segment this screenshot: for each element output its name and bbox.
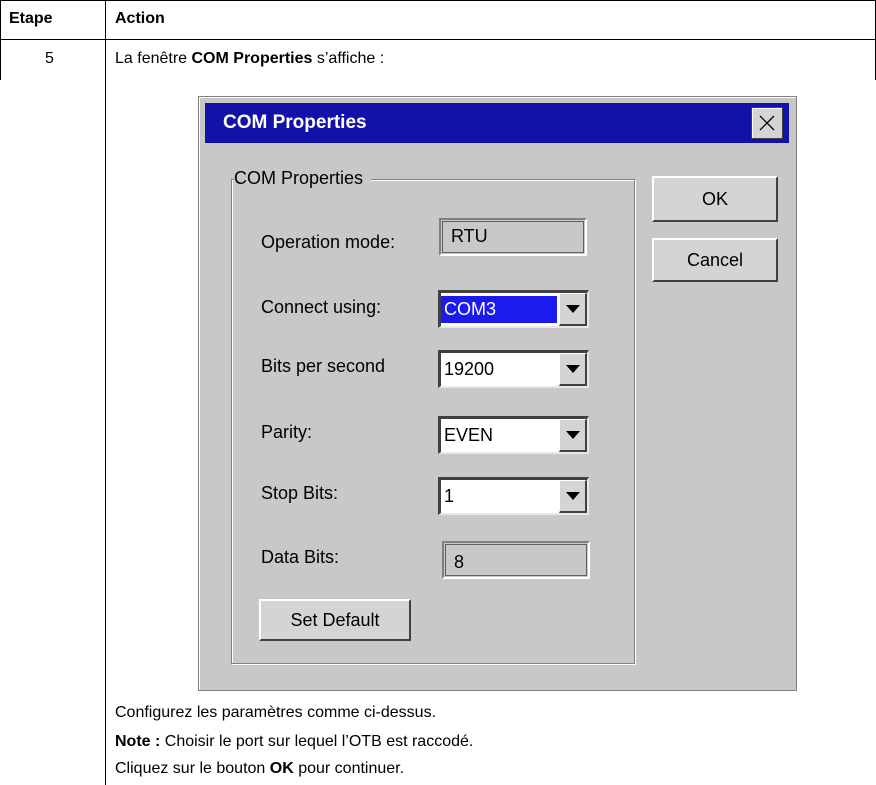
line3-suffix: pour continuer. bbox=[293, 760, 405, 777]
chevron-down-icon bbox=[565, 365, 580, 373]
bits-per-second-value: 19200 bbox=[444, 359, 495, 379]
operation-mode-label: Operation mode: bbox=[261, 232, 396, 252]
instruction-line-3: Cliquez sur le bouton OK pour continuer. bbox=[115, 760, 404, 778]
intro-bold: COM Properties bbox=[191, 50, 313, 67]
data-bits-value: 8 bbox=[454, 552, 465, 572]
stop-bits-select[interactable]: 1 bbox=[438, 477, 589, 515]
data-bits-label: Data Bits: bbox=[261, 547, 340, 567]
stop-bits-value: 1 bbox=[444, 486, 455, 506]
operation-mode-value: RTU bbox=[451, 226, 488, 246]
data-bits-field: 8 bbox=[442, 541, 590, 579]
table-header-divider bbox=[0, 39, 876, 40]
cancel-button[interactable]: Cancel bbox=[652, 238, 778, 282]
group-label: COM Properties bbox=[234, 168, 372, 189]
intro-text: La fenêtre COM Properties s’affiche : bbox=[115, 50, 384, 68]
com-properties-dialog: COM Properties COM Properties Operation … bbox=[198, 96, 797, 691]
chevron-down-icon bbox=[565, 492, 580, 500]
table-left-border bbox=[0, 0, 1, 80]
instruction-note: Note : Choisir le port sur lequel l’OTB … bbox=[115, 733, 473, 751]
chevron-down-icon bbox=[565, 305, 580, 313]
stop-bits-dropdown-button[interactable] bbox=[559, 480, 587, 513]
table-column-divider bbox=[105, 0, 106, 785]
set-default-button[interactable]: Set Default bbox=[259, 599, 411, 641]
instruction-line-1: Configurez les paramètres comme ci-dessu… bbox=[115, 704, 437, 721]
ok-button[interactable]: OK bbox=[652, 176, 778, 222]
table-top-border bbox=[0, 0, 876, 1]
bits-per-second-dropdown-button[interactable] bbox=[559, 353, 587, 386]
chevron-down-icon bbox=[565, 431, 580, 439]
connect-using-select[interactable]: COM3 bbox=[438, 290, 589, 328]
connect-using-dropdown-button[interactable] bbox=[559, 293, 587, 326]
parity-select[interactable]: EVEN bbox=[438, 416, 589, 454]
parity-label: Parity: bbox=[261, 422, 313, 442]
close-icon bbox=[759, 115, 775, 131]
line3-prefix: Cliquez sur le bouton bbox=[115, 760, 270, 777]
header-step: Etape bbox=[9, 10, 53, 27]
dialog-title: COM Properties bbox=[223, 112, 367, 133]
line3-ok: OK bbox=[269, 760, 294, 777]
close-button[interactable] bbox=[751, 107, 783, 139]
bits-per-second-select[interactable]: 19200 bbox=[438, 350, 589, 388]
parity-value: EVEN bbox=[444, 425, 494, 445]
header-action: Action bbox=[115, 10, 165, 27]
bits-per-second-label: Bits per second bbox=[261, 356, 386, 376]
note-label: Note : bbox=[115, 733, 161, 750]
dialog-titlebar[interactable]: COM Properties bbox=[205, 103, 789, 143]
operation-mode-field: RTU bbox=[439, 218, 587, 256]
note-text: Choisir le port sur lequel l’OTB est rac… bbox=[160, 733, 474, 750]
connect-using-value: COM3 bbox=[441, 296, 557, 323]
intro-suffix: s’affiche : bbox=[312, 50, 385, 67]
parity-dropdown-button[interactable] bbox=[559, 419, 587, 452]
connect-using-label: Connect using: bbox=[261, 297, 382, 317]
intro-prefix: La fenêtre bbox=[115, 50, 192, 67]
step-number: 5 bbox=[45, 50, 54, 67]
stop-bits-label: Stop Bits: bbox=[261, 483, 339, 503]
